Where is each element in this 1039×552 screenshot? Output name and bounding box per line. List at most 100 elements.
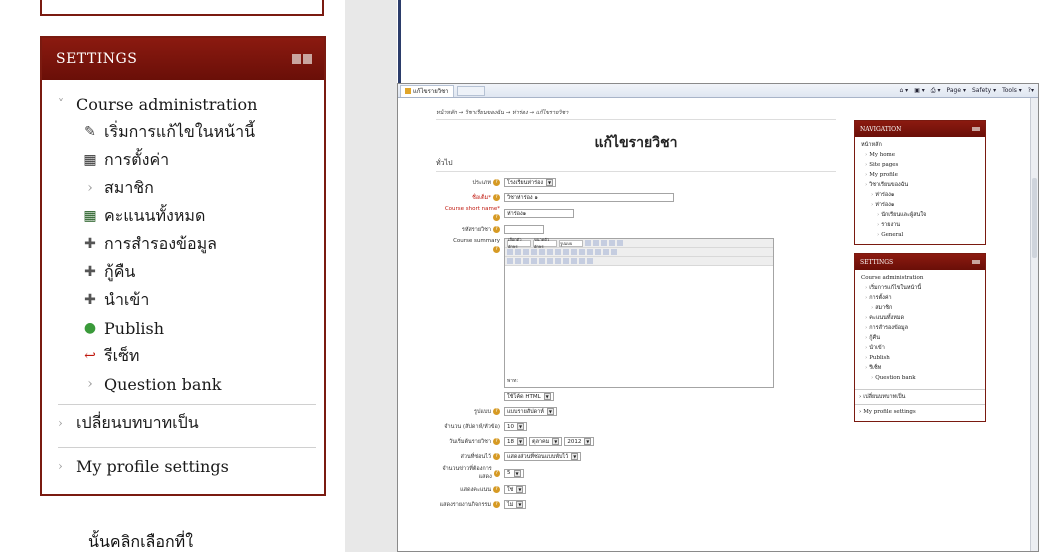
shortname-input[interactable]: ห่าร่อง๑: [504, 209, 574, 218]
idnumber-input[interactable]: [504, 225, 544, 234]
numsections-select[interactable]: 10 ▼: [504, 422, 527, 431]
replace-icon[interactable]: [609, 240, 615, 246]
profile-settings-node[interactable]: › My profile settings: [58, 448, 324, 484]
text-format-select[interactable]: ใช้โค้ด HTML ▼: [504, 392, 554, 401]
summary-editor[interactable]: เลือกตัวอักษร ขนาดตัวอักษร รูปแบบ พาท:: [504, 237, 774, 388]
help-icon[interactable]: ?: [493, 438, 500, 445]
block-dock-icon[interactable]: [972, 260, 980, 264]
settings-item[interactable]: Course administration: [859, 273, 981, 283]
help-icon[interactable]: ?: [493, 214, 500, 221]
charmap-icon[interactable]: [571, 258, 577, 264]
block-dock-icon[interactable]: [292, 54, 312, 64]
clear-format-icon[interactable]: [579, 249, 585, 255]
settings-item[interactable]: › การตั้งค่า: [859, 293, 981, 303]
start-year-select[interactable]: 2012 ▼: [564, 437, 595, 446]
underline-icon[interactable]: [523, 249, 529, 255]
feeds-icon[interactable]: ▣ ▾: [914, 87, 925, 95]
show-grades-select[interactable]: ใช่ ▼: [504, 485, 527, 494]
help-icon[interactable]: ?: [493, 226, 500, 233]
indent-icon[interactable]: [531, 258, 537, 264]
scrollbar-thumb[interactable]: [1032, 178, 1037, 258]
align-left-icon[interactable]: [555, 249, 561, 255]
settings-item[interactable]: › เริ่มการแก้ไขในหน้านี้: [859, 283, 981, 293]
nav-item[interactable]: › ห่าร่อง๑: [859, 200, 981, 210]
nav-item[interactable]: › รายงาน: [859, 220, 981, 230]
settings-item[interactable]: ● Publish: [58, 314, 324, 342]
align-right-icon[interactable]: [571, 249, 577, 255]
settings-item[interactable]: › สมาชิก: [859, 303, 981, 313]
show-reports-select[interactable]: ไม่ ▼: [504, 500, 527, 509]
subscript-icon[interactable]: [539, 249, 545, 255]
spellcheck-icon[interactable]: [587, 258, 593, 264]
settings-item[interactable]: › Question bank: [859, 373, 981, 383]
home-icon[interactable]: ⌂ ▾: [899, 87, 908, 95]
help-icon[interactable]: ?: [493, 246, 500, 253]
redo-icon[interactable]: [593, 240, 599, 246]
paste-text-icon[interactable]: [587, 249, 593, 255]
find-icon[interactable]: [601, 240, 607, 246]
course-administration-node[interactable]: ˅ Course administration: [58, 90, 324, 118]
new-tab-button[interactable]: [456, 85, 485, 96]
vertical-scrollbar[interactable]: [1030, 98, 1038, 551]
help-icon[interactable]: ?: [493, 469, 500, 477]
settings-item[interactable]: › รีเซ็ท: [859, 363, 981, 373]
bg-color-icon[interactable]: [611, 249, 617, 255]
paste-word-icon[interactable]: [595, 249, 601, 255]
settings-item[interactable]: ↩ รีเซ็ท: [58, 342, 324, 370]
settings-item[interactable]: › Publish: [859, 353, 981, 363]
help-icon[interactable]: ?▾: [1028, 87, 1034, 95]
settings-item[interactable]: › การสำรองข้อมูล: [859, 323, 981, 333]
help-icon[interactable]: ?: [493, 453, 500, 460]
start-day-select[interactable]: 18 ▼: [504, 437, 527, 446]
settings-item[interactable]: › นำเข้า: [859, 343, 981, 353]
nav-item[interactable]: หน้าหลัก: [859, 140, 981, 150]
nav-item[interactable]: › My home: [859, 150, 981, 160]
media-icon[interactable]: [563, 258, 569, 264]
switch-role-link[interactable]: › เปลี่ยนบทบาทเป็น: [859, 392, 981, 402]
text-color-icon[interactable]: [603, 249, 609, 255]
profile-settings-link[interactable]: › My profile settings: [859, 407, 981, 417]
news-items-select[interactable]: 5 ▼: [504, 468, 524, 478]
settings-item[interactable]: › กู้คืน: [859, 333, 981, 343]
align-center-icon[interactable]: [563, 249, 569, 255]
breadcrumb[interactable]: หน้าหลัก → วิชาเรียนของฉัน → ห่าร่อง → แ…: [436, 106, 836, 120]
nav-item[interactable]: › ห่าร่อง๑: [859, 190, 981, 200]
active-tab[interactable]: แก้ไขรายวิชา: [400, 84, 454, 97]
font-family-select[interactable]: เลือกตัวอักษร: [507, 237, 531, 249]
outdent-icon[interactable]: [523, 258, 529, 264]
number-list-icon[interactable]: [515, 258, 521, 264]
block-dock-icon[interactable]: [972, 127, 980, 131]
settings-item[interactable]: ✚ นำเข้า: [58, 286, 324, 314]
hr-icon[interactable]: [579, 258, 585, 264]
strike-icon[interactable]: [531, 249, 537, 255]
fullname-input[interactable]: วิชาห่าร่อง ๑: [504, 193, 674, 202]
bold-icon[interactable]: [507, 249, 513, 255]
settings-item[interactable]: ✚ การสำรองข้อมูล: [58, 230, 324, 258]
bullet-list-icon[interactable]: [507, 258, 513, 264]
nav-item[interactable]: › My profile: [859, 170, 981, 180]
italic-icon[interactable]: [515, 249, 521, 255]
settings-item[interactable]: ▦ การตั้งค่า: [58, 146, 324, 174]
settings-item[interactable]: ✚ กู้คืน: [58, 258, 324, 286]
settings-item[interactable]: ✎ เริ่มการแก้ไขในหน้านี้: [58, 118, 324, 146]
help-icon[interactable]: ?: [493, 486, 500, 493]
settings-item[interactable]: › คะแนนทั้งหมด: [859, 313, 981, 323]
safety-menu[interactable]: Safety ▾: [972, 87, 996, 95]
nav-item[interactable]: › นักเรียนและผู้สนใจ: [859, 210, 981, 220]
switch-role-node[interactable]: › เปลี่ยนบทบาทเป็น: [58, 405, 324, 441]
help-icon[interactable]: ?: [493, 408, 500, 415]
page-menu[interactable]: Page ▾: [947, 87, 966, 95]
start-month-select[interactable]: ตุลาคม ▼: [529, 437, 563, 446]
hidden-sections-select[interactable]: แสดงส่วนที่ซ่อนแบบพับไว้ ▼: [504, 452, 582, 461]
settings-item[interactable]: › สมาชิก: [58, 174, 324, 202]
font-size-select[interactable]: ขนาดตัวอักษร: [533, 237, 557, 249]
fullscreen-icon[interactable]: [617, 240, 623, 246]
courseformat-select[interactable]: แบบรายสัปดาห์ ▼: [504, 407, 557, 416]
unlink-icon[interactable]: [547, 258, 553, 264]
nav-item[interactable]: › วิชาเรียนของฉัน: [859, 180, 981, 190]
format-select[interactable]: รูปแบบ: [559, 239, 583, 247]
help-icon[interactable]: ?: [493, 179, 500, 186]
nav-item[interactable]: › General: [859, 230, 981, 240]
print-icon[interactable]: ⎙ ▾: [931, 87, 941, 95]
help-icon[interactable]: ?: [493, 194, 500, 201]
